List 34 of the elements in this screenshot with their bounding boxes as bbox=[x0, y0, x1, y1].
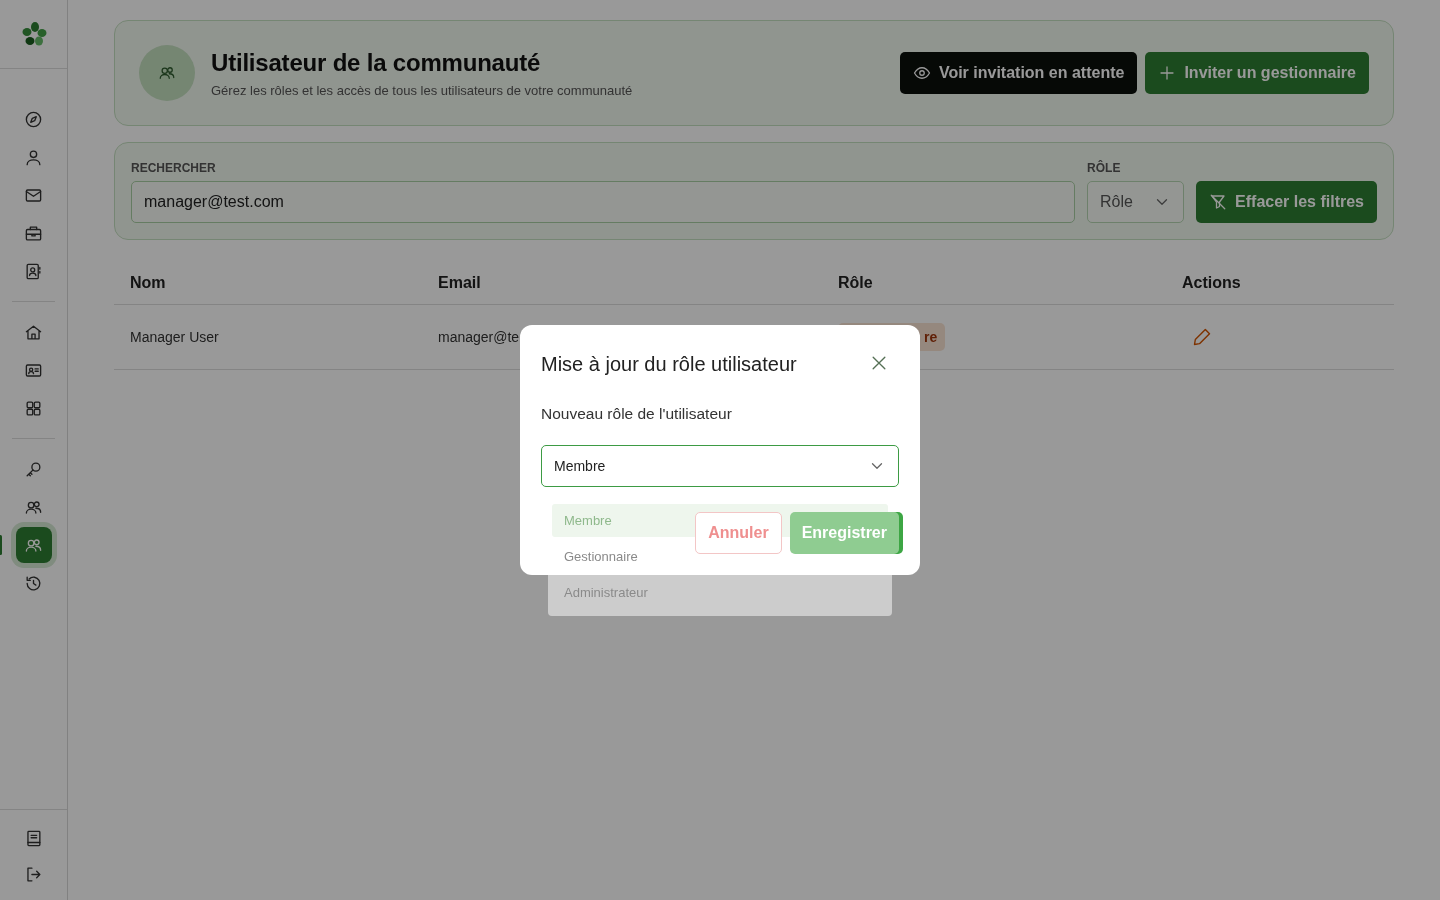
compass-icon bbox=[24, 109, 43, 129]
search-field[interactable]: manager@test.com bbox=[131, 181, 1076, 223]
filter-off-icon bbox=[1209, 193, 1228, 211]
history-icon bbox=[24, 573, 43, 593]
field-label: Nouveau rôle de l'utilisateur bbox=[541, 405, 733, 423]
pencil-icon bbox=[1192, 327, 1212, 347]
contact-book-icon bbox=[24, 261, 43, 281]
page-title: Utilisateur de la communauté bbox=[211, 48, 542, 77]
table-cell: Manager User bbox=[114, 304, 422, 370]
column-header: Actions bbox=[1166, 262, 1394, 305]
role-dropdown[interactable]: Rôle bbox=[1087, 181, 1185, 223]
dropdown-option[interactable]: Administrateur bbox=[564, 584, 648, 601]
field-label: RECHERCHER bbox=[131, 161, 217, 175]
dropdown-option[interactable]: Gestionnaire bbox=[564, 548, 638, 565]
home-icon bbox=[24, 322, 43, 342]
grid-icon bbox=[24, 398, 43, 418]
role-select[interactable]: Membre bbox=[541, 445, 899, 487]
book-icon bbox=[24, 828, 43, 848]
user-icon bbox=[24, 147, 43, 167]
cancel-button[interactable]: Annuler bbox=[695, 512, 782, 554]
column-header: Nom bbox=[114, 262, 422, 305]
invite-button[interactable]: Inviter un gestionnaire bbox=[1145, 52, 1369, 94]
clear-filters-button[interactable]: Effacer les filtres bbox=[1196, 181, 1377, 223]
eye-icon bbox=[912, 64, 931, 82]
view-invitations-button[interactable]: Voir invitation en attente bbox=[899, 52, 1138, 94]
column-header: Rôle bbox=[822, 262, 1166, 305]
dropdown-option[interactable]: Membre bbox=[564, 512, 612, 529]
edit-button[interactable] bbox=[1192, 327, 1212, 347]
users-icon bbox=[158, 64, 176, 82]
field-label: RÔLE bbox=[1087, 161, 1122, 175]
logout-icon bbox=[24, 864, 43, 884]
column-header: Email bbox=[422, 262, 822, 305]
briefcase-icon bbox=[24, 223, 43, 243]
page-subtitle: Gérez les rôles et les accès de tous les utilisateurs de votre communauté bbox=[211, 82, 634, 98]
